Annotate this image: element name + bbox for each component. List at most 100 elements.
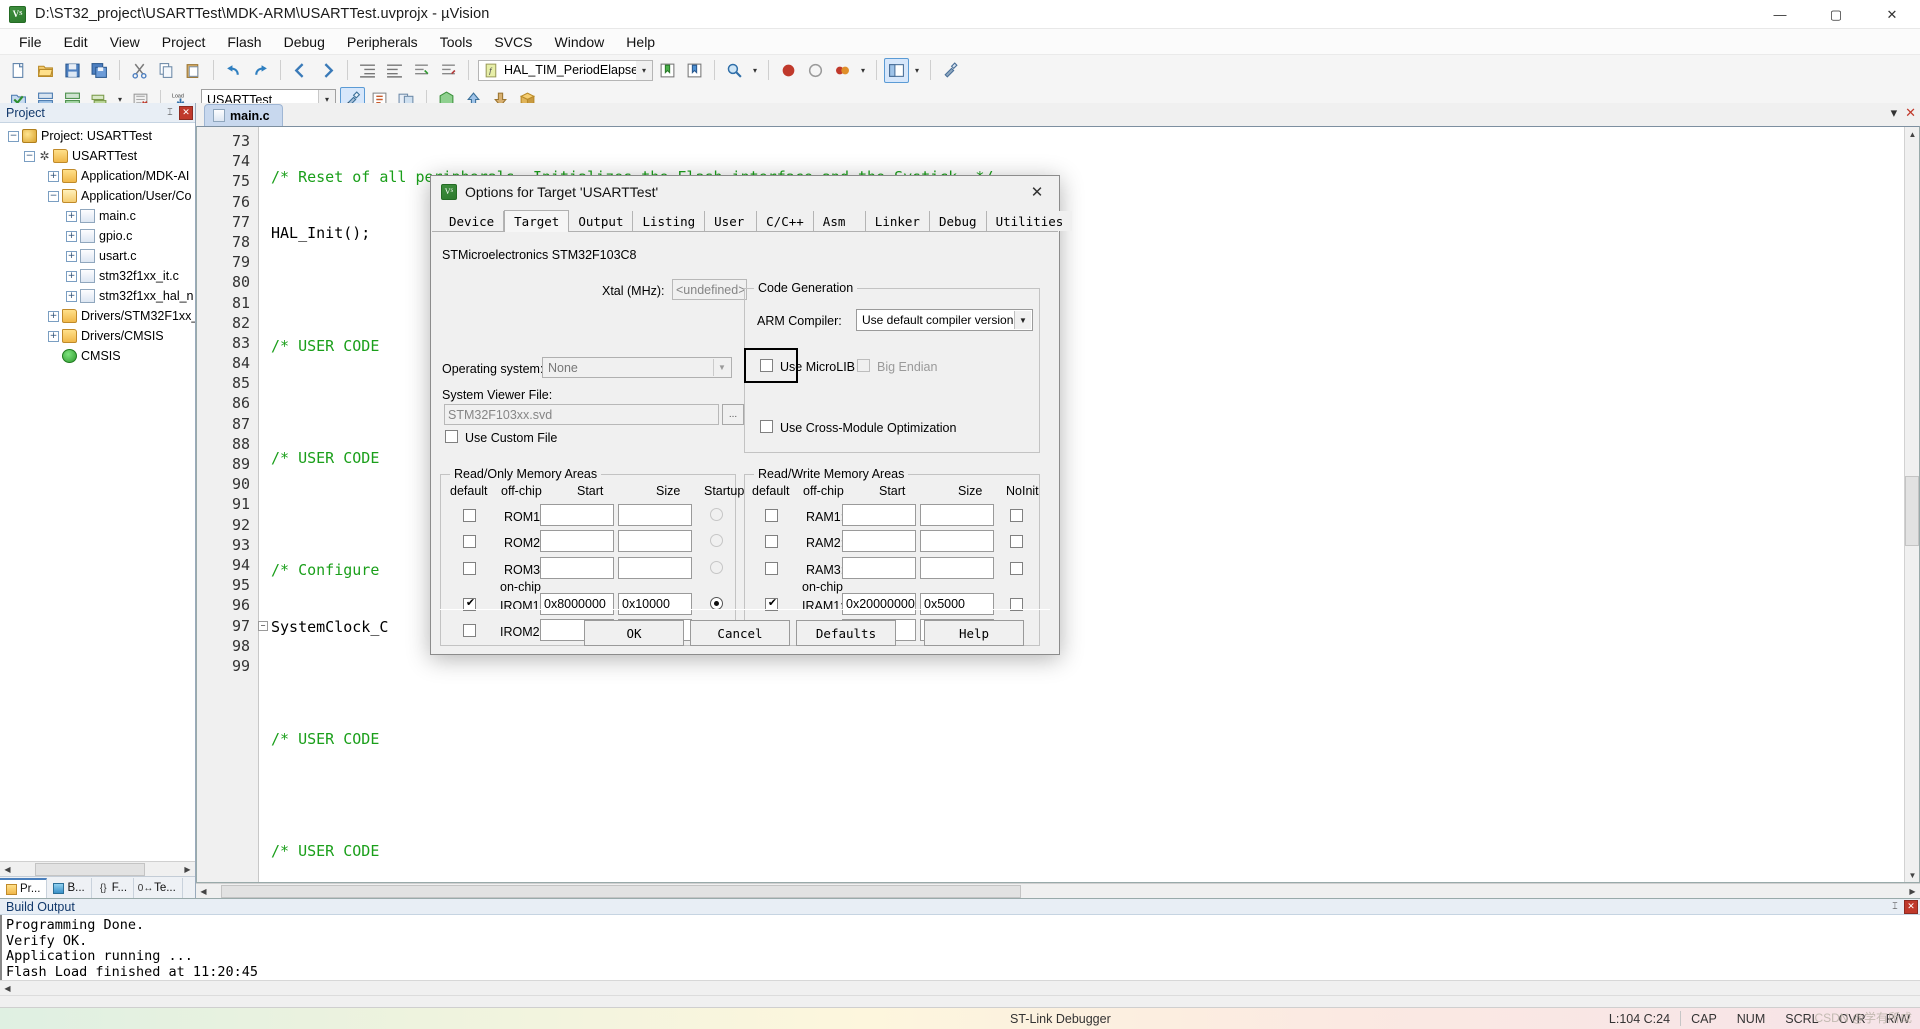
ram1-default-checkbox[interactable] bbox=[765, 509, 778, 522]
back-icon[interactable] bbox=[288, 58, 313, 83]
search-icon[interactable] bbox=[722, 58, 747, 83]
irom1-start-input[interactable]: 0x8000000 bbox=[540, 593, 614, 615]
rom2-default-checkbox[interactable] bbox=[463, 535, 476, 548]
dialog-tab-debug[interactable]: Debug bbox=[929, 211, 987, 231]
scroll-left-icon[interactable]: ◀ bbox=[196, 884, 211, 898]
layout-dropdown-icon[interactable]: ▾ bbox=[911, 58, 923, 83]
tree-item-drivers-cmsis[interactable]: + Drivers/CMSIS bbox=[0, 326, 195, 346]
project-tree[interactable]: − Project: USARTTest − ✲ USARTTest + App… bbox=[0, 123, 195, 861]
chevron-down-icon[interactable]: ▼ bbox=[713, 359, 730, 376]
code-hscrollbar[interactable]: ◀ ▶ bbox=[196, 883, 1920, 898]
operating-system-select[interactable]: None ▼ bbox=[542, 357, 732, 378]
breakpoint-icon[interactable] bbox=[776, 58, 801, 83]
expander-icon[interactable]: − bbox=[24, 150, 35, 162]
tree-item-gpio-c[interactable]: + gpio.c bbox=[0, 226, 195, 246]
scroll-right-icon[interactable]: ▶ bbox=[180, 862, 195, 876]
tab-project[interactable]: Pr... bbox=[0, 878, 48, 898]
chevron-down-icon[interactable]: ▾ bbox=[636, 60, 652, 80]
scroll-track[interactable] bbox=[211, 884, 1905, 898]
rom1-size-input[interactable] bbox=[618, 504, 692, 526]
ram1-size-input[interactable] bbox=[920, 504, 994, 526]
ram2-size-input[interactable] bbox=[920, 530, 994, 552]
dialog-tab-utilities[interactable]: Utilities bbox=[986, 211, 1073, 231]
dialog-tab-listing[interactable]: Listing bbox=[633, 211, 706, 231]
uncomment-icon[interactable] bbox=[436, 58, 461, 83]
scroll-track[interactable] bbox=[15, 981, 1920, 995]
expander-icon[interactable]: − bbox=[48, 190, 59, 202]
ram1-noinit-checkbox[interactable] bbox=[1010, 509, 1023, 522]
help-button[interactable]: Help bbox=[924, 620, 1024, 646]
tab-close-icon[interactable]: ✕ bbox=[1905, 105, 1916, 121]
dialog-tab-linker[interactable]: Linker bbox=[865, 211, 930, 231]
dialog-tab-target[interactable]: Target bbox=[504, 210, 570, 232]
iram1-start-input[interactable]: 0x20000000 bbox=[842, 593, 916, 615]
expander-icon[interactable]: + bbox=[66, 210, 77, 222]
tab-templates[interactable]: 0↔ Te... bbox=[134, 878, 183, 898]
build-output-text[interactable]: Programming Done. Verify OK. Application… bbox=[0, 915, 1920, 981]
search-dropdown-icon[interactable]: ▾ bbox=[749, 58, 761, 83]
comment-icon[interactable] bbox=[409, 58, 434, 83]
tree-item-target[interactable]: − ✲ USARTTest bbox=[0, 146, 195, 166]
cut-icon[interactable] bbox=[127, 58, 152, 83]
window-layout-icon[interactable] bbox=[884, 57, 909, 83]
forward-icon[interactable] bbox=[315, 58, 340, 83]
code-vscrollbar[interactable]: ▲ ▼ bbox=[1904, 127, 1919, 882]
ram2-noinit-checkbox[interactable] bbox=[1010, 535, 1023, 548]
dialog-tab-output[interactable]: Output bbox=[569, 211, 634, 231]
rom2-size-input[interactable] bbox=[618, 530, 692, 552]
ram3-size-input[interactable] bbox=[920, 557, 994, 579]
ram1-start-input[interactable] bbox=[842, 504, 916, 526]
outdent-icon[interactable] bbox=[382, 58, 407, 83]
menu-peripherals[interactable]: Peripherals bbox=[336, 31, 429, 53]
tree-item-main-c[interactable]: + main.c bbox=[0, 206, 195, 226]
irom2-default-checkbox[interactable] bbox=[463, 624, 476, 637]
save-all-icon[interactable] bbox=[87, 58, 112, 83]
scroll-left-icon[interactable]: ◀ bbox=[0, 862, 15, 876]
menu-edit[interactable]: Edit bbox=[53, 31, 99, 53]
tab-collapse-icon[interactable]: ▾ bbox=[1891, 105, 1898, 121]
menu-tools[interactable]: Tools bbox=[429, 31, 484, 53]
ram3-default-checkbox[interactable] bbox=[765, 562, 778, 575]
rom2-start-input[interactable] bbox=[540, 530, 614, 552]
bookmark-icon[interactable] bbox=[655, 58, 680, 83]
menu-debug[interactable]: Debug bbox=[273, 31, 336, 53]
expander-icon[interactable]: + bbox=[66, 290, 77, 302]
pin-icon[interactable]: ⌶ bbox=[1888, 900, 1902, 914]
options-for-target-dialog[interactable]: VS Options for Target 'USARTTest' ✕ Devi… bbox=[430, 175, 1073, 655]
indent-icon[interactable] bbox=[355, 58, 380, 83]
big-endian-checkbox[interactable] bbox=[857, 359, 870, 372]
menu-svcs[interactable]: SVCS bbox=[483, 31, 543, 53]
close-icon[interactable]: ✕ bbox=[179, 105, 193, 120]
use-microlib-checkbox[interactable] bbox=[760, 359, 773, 372]
expander-icon[interactable]: + bbox=[66, 230, 77, 242]
xtal-input[interactable]: <undefined> bbox=[672, 279, 747, 300]
maximize-button[interactable]: ▢ bbox=[1808, 0, 1864, 29]
scroll-thumb[interactable] bbox=[221, 884, 1021, 898]
close-icon[interactable]: ✕ bbox=[1904, 899, 1918, 914]
scroll-right-icon[interactable]: ▶ bbox=[1905, 884, 1920, 898]
tree-item-drivers-stm32f1xx[interactable]: + Drivers/STM32F1xx_ bbox=[0, 306, 195, 326]
tree-item-project[interactable]: − Project: USARTTest bbox=[0, 126, 195, 146]
redo-icon[interactable] bbox=[248, 58, 273, 83]
menu-project[interactable]: Project bbox=[151, 31, 217, 53]
expander-icon[interactable]: + bbox=[48, 310, 59, 322]
ram2-default-checkbox[interactable] bbox=[765, 535, 778, 548]
rom2-startup-radio[interactable] bbox=[710, 534, 723, 547]
tree-item-stm32f1xx-it-c[interactable]: + stm32f1xx_it.c bbox=[0, 266, 195, 286]
breakpoint-dropdown-icon[interactable]: ▾ bbox=[857, 58, 869, 83]
rom3-size-input[interactable] bbox=[618, 557, 692, 579]
remove-breakpoint-icon[interactable] bbox=[803, 58, 828, 83]
rom3-start-input[interactable] bbox=[540, 557, 614, 579]
ram3-start-input[interactable] bbox=[842, 557, 916, 579]
defaults-button[interactable]: Defaults bbox=[796, 620, 896, 646]
cancel-button[interactable]: Cancel bbox=[690, 620, 790, 646]
minimize-button[interactable]: — bbox=[1752, 0, 1808, 29]
expander-icon[interactable]: + bbox=[66, 270, 77, 282]
tree-item-cmsis[interactable]: CMSIS bbox=[0, 346, 195, 366]
expander-icon[interactable]: + bbox=[48, 170, 59, 182]
menu-help[interactable]: Help bbox=[615, 31, 666, 53]
scroll-left-icon[interactable]: ◀ bbox=[0, 981, 15, 996]
scroll-up-icon[interactable]: ▲ bbox=[1905, 127, 1919, 141]
expander-icon[interactable]: + bbox=[66, 250, 77, 262]
bookmark-toggle-icon[interactable] bbox=[682, 58, 707, 83]
